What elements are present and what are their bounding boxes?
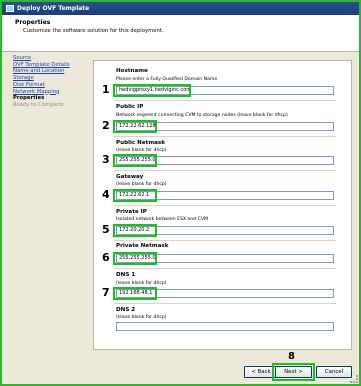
separator <box>114 303 336 304</box>
nav-item-storage[interactable]: Storage <box>13 75 86 82</box>
hostname-label: Hostname <box>116 68 148 74</box>
gateway-label: Gateway <box>116 174 144 180</box>
wizard-steps-nav: Source OVF Template Details Name and Loc… <box>13 55 86 355</box>
private-ip-highlight <box>113 224 157 237</box>
separator <box>114 170 336 171</box>
nav-item-network-mapping[interactable]: Network Mapping <box>13 89 86 96</box>
step-8-marker: 8 <box>288 351 295 362</box>
step-1-marker: 1 <box>102 83 110 96</box>
public-ip-highlight <box>113 120 157 133</box>
nav-item-name-and-location[interactable]: Name and Location <box>13 68 86 75</box>
dns1-desc: (leave blank for dhcp) <box>116 281 167 286</box>
next-button[interactable]: Next > <box>275 366 312 378</box>
cancel-button[interactable]: Cancel <box>316 366 352 378</box>
step-3-marker: 3 <box>102 153 110 166</box>
separator <box>114 205 336 206</box>
step-7-marker: 7 <box>102 286 110 299</box>
public-ip-label: Public IP <box>116 104 144 110</box>
resize-grip[interactable] <box>350 375 358 383</box>
public-netmask-label: Public Netmask <box>116 140 165 146</box>
separator <box>114 268 336 269</box>
gateway-desc: (leave blank for dhcp) <box>116 182 167 187</box>
private-ip-desc: Isolated network between ESX and CVM <box>116 217 208 222</box>
private-netmask-highlight <box>113 252 157 265</box>
wizard-header: Properties Customize the software soluti… <box>2 15 359 52</box>
step-4-marker: 4 <box>102 188 110 201</box>
public-netmask-highlight <box>113 154 157 167</box>
title-bar: Deploy OVF Template <box>2 2 359 15</box>
separator <box>114 240 336 241</box>
nav-item-source[interactable]: Source <box>13 55 86 62</box>
private-ip-label: Private IP <box>116 209 147 215</box>
private-netmask-label: Private Netmask <box>116 243 169 249</box>
page-title: Properties <box>15 19 51 26</box>
dns2-input[interactable] <box>116 322 334 331</box>
nav-item-ready-to-complete: Ready to Complete <box>13 101 64 108</box>
step-6-marker: 6 <box>102 251 110 264</box>
hostname-desc: Please enter a Fully Qualified Domain Na… <box>116 77 218 82</box>
page-subtitle: Customize the software solution for this… <box>23 28 164 34</box>
window-icon <box>6 5 14 12</box>
nav-item-disk-format[interactable]: Disk Format <box>13 82 86 89</box>
dns2-label: DNS 2 <box>116 307 136 313</box>
public-ip-desc: Network segment connecting CVM to storag… <box>116 113 288 118</box>
public-netmask-desc: (leave blank for dhcp) <box>116 148 167 153</box>
hostname-highlight <box>113 84 191 97</box>
step-5-marker: 5 <box>102 223 110 236</box>
nav-item-properties: Properties <box>13 95 45 102</box>
dns1-highlight <box>113 287 157 300</box>
dns1-label: DNS 1 <box>116 272 136 278</box>
nav-item-ovf-template-details[interactable]: OVF Template Details <box>13 62 86 69</box>
window-title: Deploy OVF Template <box>17 5 90 12</box>
gateway-highlight <box>113 189 157 202</box>
step-2-marker: 2 <box>102 119 110 132</box>
separator <box>114 100 336 101</box>
separator <box>114 136 336 137</box>
dns2-desc: (leave blank for dhcp) <box>116 315 167 320</box>
